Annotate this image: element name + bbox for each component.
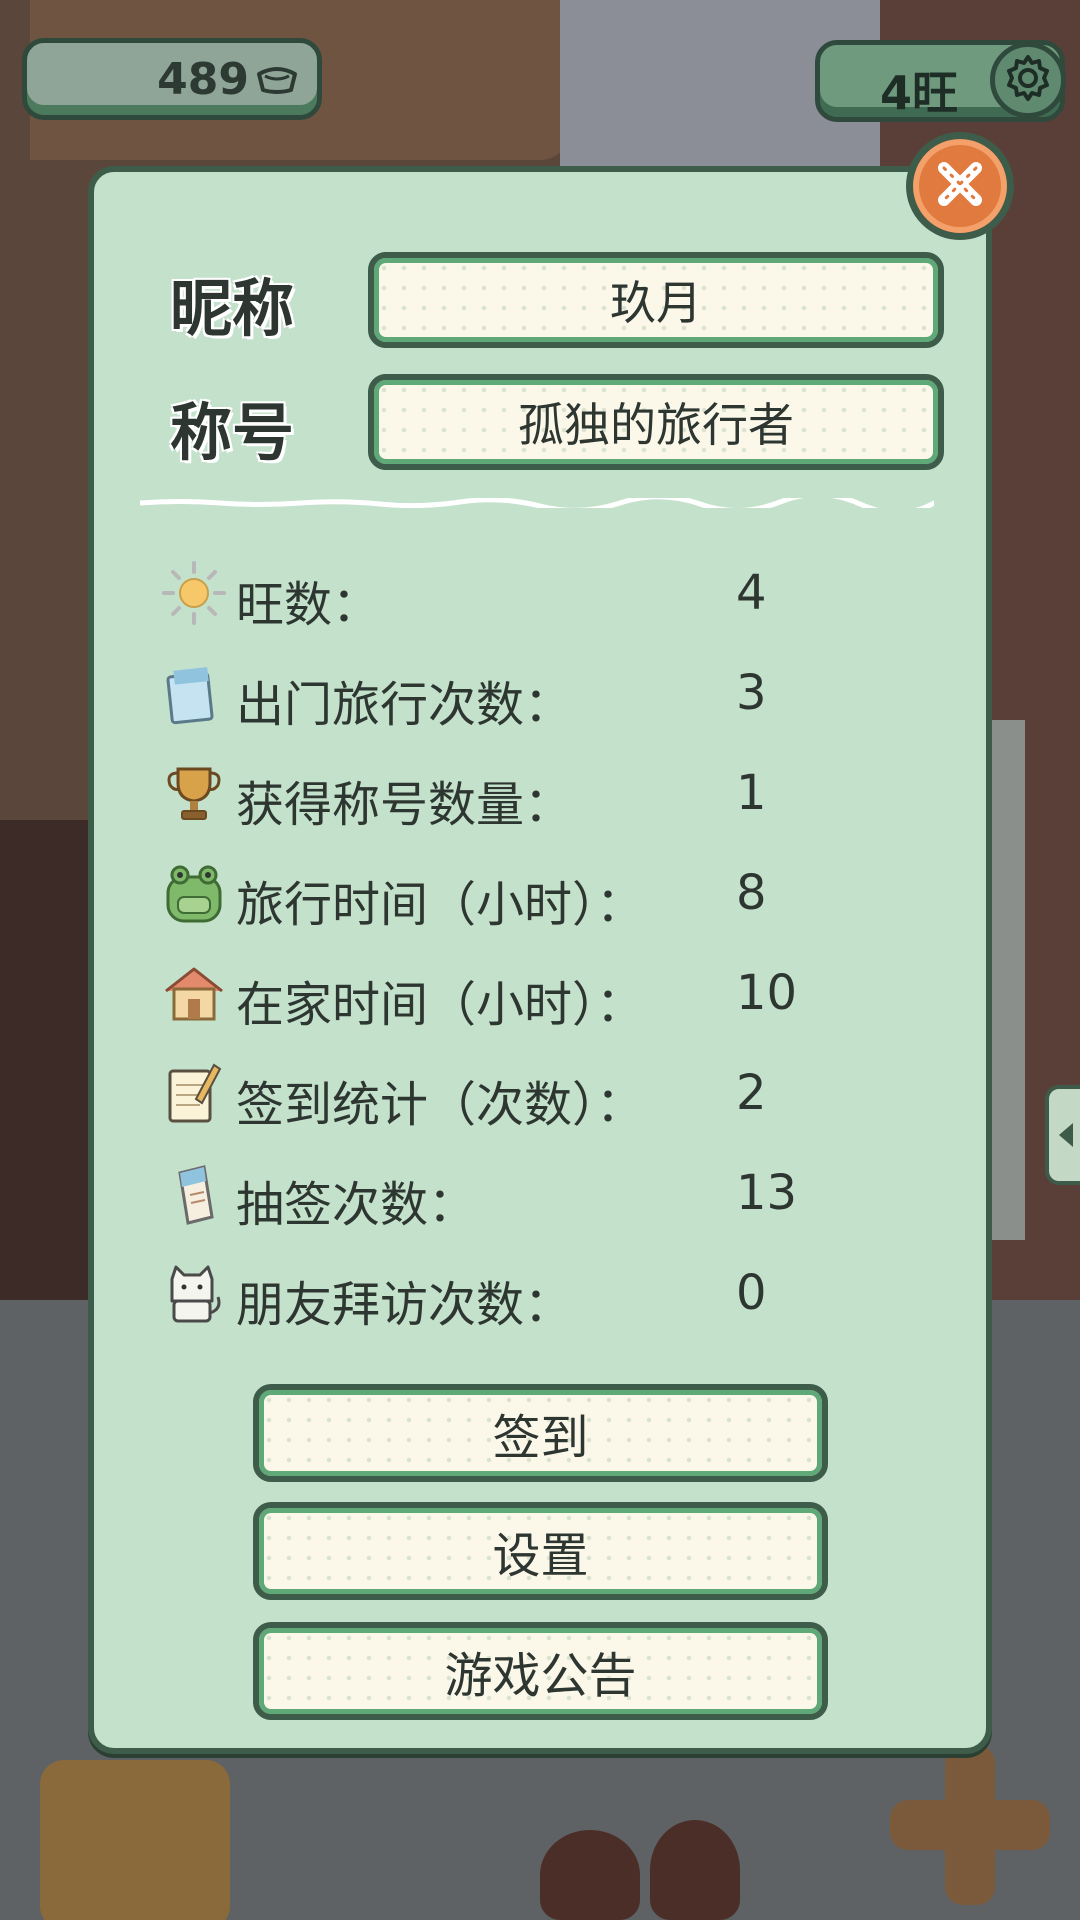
stat-label: 旺数： [236, 577, 381, 633]
nickname-value: 玖月 [610, 276, 702, 330]
stat-label: 抽签次数： [236, 1177, 477, 1233]
title-label: 称号 [170, 396, 295, 469]
cat-icon [160, 1259, 228, 1327]
frog-backpack-icon [160, 859, 228, 927]
settings-gear-button[interactable] [990, 42, 1066, 118]
stat-value: 1 [736, 765, 767, 821]
background-table [40, 1760, 230, 1920]
ingot-icon [255, 64, 299, 94]
stat-value: 0 [736, 1265, 767, 1321]
stat-row-checkins: 签到统计（次数）： 2 [160, 1053, 920, 1133]
stat-label: 获得称号数量： [236, 777, 573, 833]
stat-value: 2 [736, 1065, 767, 1121]
postcard-icon [160, 659, 228, 727]
stat-label: 在家时间（小时）： [236, 977, 645, 1033]
fortune-slip-icon [160, 1159, 228, 1227]
announcement-button-label: 游戏公告 [444, 1648, 637, 1704]
stat-value: 13 [736, 1165, 798, 1221]
nickname-field[interactable]: 玖月 [368, 252, 944, 348]
sun-icon [160, 559, 228, 627]
notepad-pencil-icon [160, 1059, 228, 1127]
stat-value: 8 [736, 865, 767, 921]
close-button[interactable] [906, 132, 1014, 240]
stat-row-wang: 旺数： 4 [160, 553, 920, 633]
stat-value: 10 [736, 965, 798, 1021]
dpad-control[interactable] [890, 1745, 1050, 1905]
stat-value: 3 [736, 665, 767, 721]
coin-count: 489 [157, 53, 249, 105]
stat-label: 签到统计（次数）： [236, 1077, 645, 1133]
stat-value: 4 [736, 565, 767, 621]
stat-row-home-hours: 在家时间（小时）： 10 [160, 953, 920, 1033]
close-icon [930, 154, 990, 218]
nickname-label: 昵称 [170, 272, 295, 345]
title-value: 孤独的旅行者 [518, 398, 794, 452]
stat-row-titles: 获得称号数量： 1 [160, 753, 920, 833]
stat-row-trips: 出门旅行次数： 3 [160, 653, 920, 733]
background-cabinet [0, 820, 90, 1320]
wang-count: 4旺 [880, 66, 959, 120]
stat-row-travel-hours: 旅行时间（小时）： 8 [160, 853, 920, 933]
checkin-button[interactable]: 签到 [253, 1384, 828, 1482]
checkin-button-label: 签到 [492, 1410, 589, 1466]
stat-label: 朋友拜访次数： [236, 1277, 573, 1333]
settings-button-label: 设置 [492, 1528, 589, 1584]
stat-row-friend-visits: 朋友拜访次数： 0 [160, 1253, 920, 1333]
side-expand-tab[interactable] [1045, 1085, 1080, 1185]
stat-label: 出门旅行次数： [236, 677, 573, 733]
background-pot [540, 1830, 640, 1920]
house-icon [160, 959, 228, 1027]
divider [140, 498, 934, 508]
title-field[interactable]: 孤独的旅行者 [368, 374, 944, 470]
stat-row-draws: 抽签次数： 13 [160, 1153, 920, 1233]
stat-label: 旅行时间（小时）： [236, 877, 645, 933]
gear-icon [1003, 53, 1053, 107]
background-pot [650, 1820, 740, 1920]
coin-counter: 489 [22, 38, 322, 120]
trophy-icon [160, 759, 228, 827]
announcement-button[interactable]: 游戏公告 [253, 1622, 828, 1720]
settings-button[interactable]: 设置 [253, 1502, 828, 1600]
